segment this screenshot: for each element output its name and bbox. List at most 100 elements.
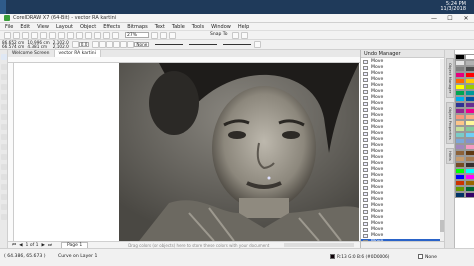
scale-y-field[interactable]: 2,102.0 [53, 44, 69, 49]
y-position-field[interactable]: 66.574 cm [2, 44, 24, 49]
ellipse-tool-icon[interactable] [1, 124, 7, 130]
rotation-angle-field[interactable]: 0.0 [78, 42, 90, 47]
options-gear-icon[interactable] [231, 31, 239, 39]
undo-step-icon [363, 84, 368, 88]
height-field[interactable]: 4.381 cm [27, 44, 49, 49]
shape-tool-icon[interactable] [1, 64, 7, 70]
menu-window[interactable]: Window [211, 24, 231, 30]
artistic-media-tool-icon[interactable] [1, 104, 7, 110]
end-arrowhead-dropdown[interactable] [223, 44, 252, 45]
full-screen-icon[interactable] [151, 31, 158, 39]
rulers-icon[interactable] [160, 31, 167, 39]
outline-info[interactable]: None [418, 254, 437, 260]
undo-manager-docker: Undo Manager Move Move Move Move Move Move Mov… [360, 50, 445, 248]
smart-fill-tool-icon[interactable] [1, 214, 7, 220]
outline-width-dropdown[interactable]: None [134, 42, 150, 47]
parallel-dimension-tool-icon[interactable] [1, 154, 7, 160]
menu-effects[interactable]: Effects [103, 24, 120, 30]
mirror-vertical-icon[interactable] [99, 41, 107, 48]
close-button[interactable]: ✕ [458, 14, 474, 23]
drop-shadow-tool-icon[interactable] [1, 174, 7, 180]
freehand-tool-icon[interactable] [1, 94, 7, 100]
color-swatch[interactable] [455, 192, 465, 198]
menu-text[interactable]: Text [155, 24, 165, 30]
prev-page-icon[interactable]: ◀ [19, 243, 22, 248]
undo-step-icon [363, 78, 368, 82]
connector-tool-icon[interactable] [1, 164, 7, 170]
menu-bitmaps[interactable]: Bitmaps [127, 24, 148, 30]
eyedropper-tool-icon[interactable] [1, 194, 7, 200]
menu-help[interactable]: Help [238, 24, 249, 30]
undo-item-label: Move [371, 149, 384, 154]
minimize-button[interactable]: — [426, 14, 442, 23]
undo-step-icon [363, 162, 368, 166]
new-document-icon[interactable] [4, 31, 11, 39]
menu-view[interactable]: View [37, 24, 49, 30]
wrap-text-icon[interactable] [254, 41, 262, 48]
lock-ratio-icon[interactable] [71, 41, 79, 48]
menu-layout[interactable]: Layout [56, 24, 73, 30]
undo-item-label: Move [371, 209, 384, 214]
undo-icon[interactable] [67, 31, 74, 39]
undo-step-icon [363, 210, 368, 214]
to-curves-icon[interactable] [106, 41, 114, 48]
menu-tools[interactable]: Tools [192, 24, 204, 30]
transparency-tool-icon[interactable] [1, 184, 7, 190]
title-bar: CorelDRAW X7 (64-Bit) - vector RA kartin… [0, 14, 474, 23]
export-icon[interactable] [103, 31, 110, 39]
undo-step-icon [363, 90, 368, 94]
start-arrowhead-dropdown[interactable] [189, 44, 218, 45]
save-icon[interactable] [22, 31, 29, 39]
color-swatch[interactable] [465, 192, 474, 198]
undo-item-label: Move [371, 161, 384, 166]
redo-icon[interactable] [76, 31, 83, 39]
rectangle-tool-icon[interactable] [1, 114, 7, 120]
tab-object-manager[interactable]: Object Manager [446, 58, 454, 98]
snap-to-dropdown[interactable]: Snap To [208, 32, 230, 38]
position-fields[interactable]: 86.652 cm 66.574 cm [2, 40, 24, 49]
text-tool-icon[interactable] [1, 144, 7, 150]
coreldraw-app-icon[interactable] [4, 15, 10, 21]
zoom-level-dropdown[interactable]: 27% [125, 32, 149, 38]
close-curve-icon[interactable] [127, 41, 135, 48]
size-fields[interactable]: 10.996 cm 4.381 cm [27, 40, 49, 49]
maximize-button[interactable]: ☐ [442, 14, 458, 23]
tab-object-properties[interactable]: Object Properties [446, 102, 454, 144]
next-page-icon[interactable]: ▶ [41, 243, 44, 248]
pick-tool-icon[interactable] [1, 54, 7, 60]
publish-pdf-icon[interactable] [112, 31, 119, 39]
tab-hints[interactable]: Hints [446, 148, 454, 164]
zoom-tool-icon[interactable] [1, 84, 7, 90]
outline-style-dropdown[interactable] [155, 44, 184, 45]
menu-file[interactable]: File [5, 24, 13, 30]
delete-node-icon[interactable] [120, 41, 128, 48]
fill-color-info[interactable]: R:13 G:0 B:6 (#0D0006) [330, 254, 389, 260]
open-icon[interactable] [13, 31, 20, 39]
document-palette-hint: Drag colors (or objects) here to store t… [128, 242, 270, 248]
add-node-icon[interactable] [113, 41, 121, 48]
scale-fields[interactable]: 2,102.0 2,102.0 [53, 40, 69, 49]
cut-icon[interactable] [40, 31, 47, 39]
grid-icon[interactable] [169, 31, 176, 39]
drawing-canvas[interactable] [14, 63, 360, 241]
tab-welcome-screen[interactable]: Welcome Screen [8, 50, 55, 57]
undo-manager-title: Undo Manager [361, 50, 444, 58]
import-icon[interactable] [94, 31, 101, 39]
paste-icon[interactable] [58, 31, 65, 39]
start-button[interactable] [0, 0, 6, 14]
copy-icon[interactable] [49, 31, 56, 39]
polygon-tool-icon[interactable] [1, 134, 7, 140]
menu-object[interactable]: Object [80, 24, 96, 30]
launch-icon[interactable] [240, 31, 248, 39]
print-icon[interactable] [31, 31, 38, 39]
mirror-horizontal-icon[interactable] [92, 41, 100, 48]
tab-vector-ra-kartini[interactable]: vector RA kartini [54, 50, 101, 57]
portrait-bitmap[interactable] [119, 63, 359, 241]
search-content-icon[interactable] [85, 31, 92, 39]
horizontal-scrollbar[interactable] [284, 243, 354, 247]
system-clock[interactable]: 5:24 PM 11/3/2018 [440, 2, 474, 12]
menu-table[interactable]: Table [172, 24, 185, 30]
menu-edit[interactable]: Edit [20, 24, 30, 30]
interactive-fill-tool-icon[interactable] [1, 204, 7, 210]
crop-tool-icon[interactable] [1, 74, 7, 80]
